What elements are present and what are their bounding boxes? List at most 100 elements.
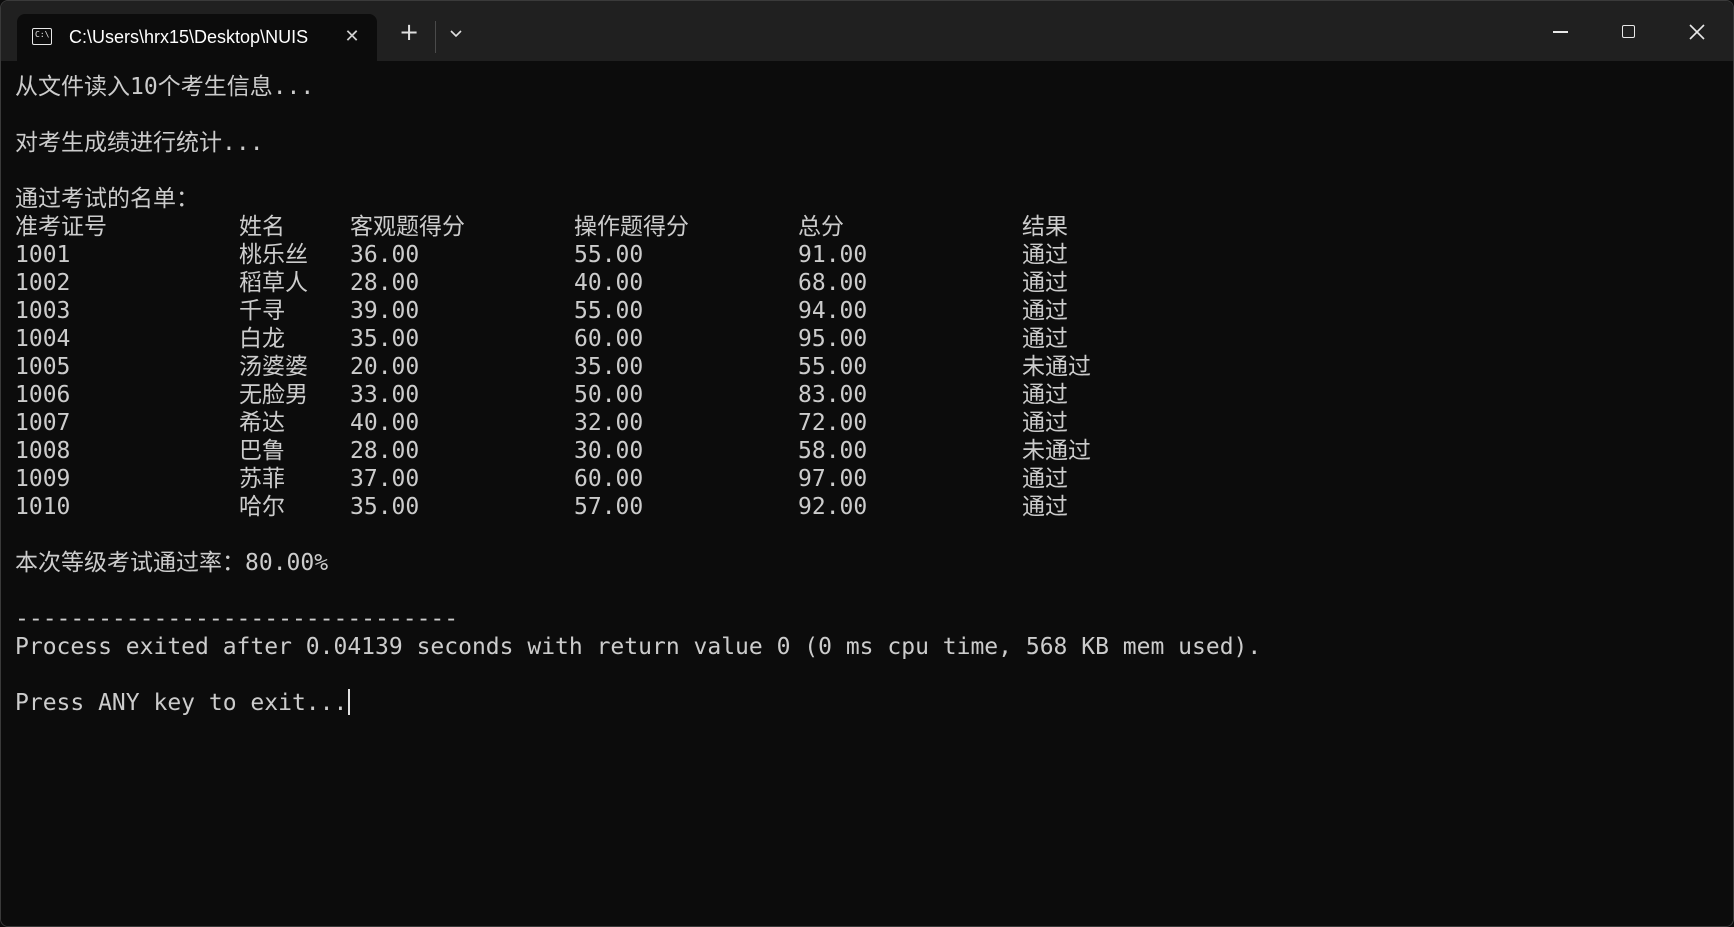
- header-total: 总分: [798, 214, 844, 240]
- cell-name: 千寻: [239, 298, 285, 324]
- minimize-icon: [1553, 31, 1568, 33]
- console-line-press-key: Press ANY key to exit...: [15, 689, 351, 717]
- cell-ticket-no: 1008: [15, 438, 71, 464]
- cell-result: 通过: [1022, 410, 1068, 436]
- cell-result: 通过: [1022, 326, 1068, 352]
- cell-ticket-no: 1007: [15, 410, 71, 436]
- table-row: 1004 白龙 35.00 60.00 95.00 通过: [15, 325, 1215, 353]
- cell-objective: 28.00: [350, 270, 420, 296]
- terminal-icon: C:\: [32, 28, 52, 45]
- tab-title: C:\Users\hrx15\Desktop\NUIS: [69, 27, 309, 47]
- cell-ticket-no: 1006: [15, 382, 71, 408]
- terminal-window: C:\ C:\Users\hrx15\Desktop\NUIS ✕ + 从文件读…: [0, 0, 1734, 927]
- cell-objective: 36.00: [350, 242, 420, 268]
- cell-objective: 35.00: [350, 494, 420, 520]
- cell-name: 桃乐丝: [239, 242, 308, 268]
- text-cursor: [348, 689, 351, 715]
- cell-total: 58.00: [798, 438, 868, 464]
- tab-console[interactable]: C:\ C:\Users\hrx15\Desktop\NUIS ✕: [17, 14, 377, 61]
- chevron-down-icon[interactable]: [441, 19, 471, 49]
- cell-practical: 32.00: [574, 410, 644, 436]
- cell-ticket-no: 1005: [15, 354, 71, 380]
- cell-objective: 37.00: [350, 466, 420, 492]
- console-line-pass-rate: 本次等级考试通过率：80.00%: [15, 550, 329, 576]
- cell-objective: 35.00: [350, 326, 420, 352]
- cell-practical: 35.00: [574, 354, 644, 380]
- cell-result: 通过: [1022, 242, 1068, 268]
- close-icon: [1689, 24, 1705, 40]
- cell-ticket-no: 1009: [15, 466, 71, 492]
- header-result: 结果: [1022, 214, 1068, 240]
- cell-total: 55.00: [798, 354, 868, 380]
- cell-total: 83.00: [798, 382, 868, 408]
- console-line-read: 从文件读入10个考生信息...: [15, 74, 315, 100]
- cell-result: 通过: [1022, 494, 1068, 520]
- cell-total: 91.00: [798, 242, 868, 268]
- cell-ticket-no: 1001: [15, 242, 71, 268]
- maximize-icon: [1622, 25, 1635, 38]
- table-header: 准考证号 姓名 客观题得分 操作题得分 总分 结果: [15, 213, 1215, 241]
- cell-name: 苏菲: [239, 466, 285, 492]
- title-bar[interactable]: C:\ C:\Users\hrx15\Desktop\NUIS ✕ +: [1, 1, 1733, 61]
- cell-result: 通过: [1022, 466, 1068, 492]
- cell-practical: 57.00: [574, 494, 644, 520]
- cell-total: 95.00: [798, 326, 868, 352]
- cell-name: 稻草人: [239, 270, 308, 296]
- header-practical-score: 操作题得分: [574, 214, 689, 240]
- cell-name: 哈尔: [239, 494, 285, 520]
- tab-separator: [435, 21, 436, 53]
- new-tab-button[interactable]: +: [394, 17, 424, 47]
- cell-ticket-no: 1002: [15, 270, 71, 296]
- cell-result: 通过: [1022, 270, 1068, 296]
- cell-name: 希达: [239, 410, 285, 436]
- cell-total: 68.00: [798, 270, 868, 296]
- close-button[interactable]: [1663, 1, 1731, 61]
- console-output[interactable]: 从文件读入10个考生信息... 对考生成绩进行统计... 通过考试的名单： 准考…: [1, 61, 1733, 926]
- cell-practical: 55.00: [574, 242, 644, 268]
- tab-close-icon[interactable]: ✕: [339, 24, 365, 50]
- cell-result: 未通过: [1022, 438, 1091, 464]
- cell-total: 92.00: [798, 494, 868, 520]
- cell-name: 无脸男: [239, 382, 308, 408]
- cell-practical: 60.00: [574, 326, 644, 352]
- table-row: 1007 希达 40.00 32.00 72.00 通过: [15, 409, 1215, 437]
- cell-total: 97.00: [798, 466, 868, 492]
- cell-objective: 40.00: [350, 410, 420, 436]
- console-line-stat: 对考生成绩进行统计...: [15, 130, 264, 156]
- console-line-process-exit: Process exited after 0.04139 seconds wit…: [15, 634, 1262, 660]
- cell-total: 72.00: [798, 410, 868, 436]
- cell-total: 94.00: [798, 298, 868, 324]
- cell-name: 汤婆婆: [239, 354, 308, 380]
- table-row: 1009 苏菲 37.00 60.00 97.00 通过: [15, 465, 1215, 493]
- cell-ticket-no: 1004: [15, 326, 71, 352]
- cell-objective: 20.00: [350, 354, 420, 380]
- cell-practical: 30.00: [574, 438, 644, 464]
- table-row: 1010 哈尔 35.00 57.00 92.00 通过: [15, 493, 1215, 521]
- cell-practical: 55.00: [574, 298, 644, 324]
- console-line-pass-list: 通过考试的名单：: [15, 186, 199, 212]
- table-row: 1003 千寻 39.00 55.00 94.00 通过: [15, 297, 1215, 325]
- cell-objective: 33.00: [350, 382, 420, 408]
- header-ticket-no: 准考证号: [15, 214, 107, 240]
- console-separator: --------------------------------: [15, 606, 459, 632]
- header-name: 姓名: [239, 214, 285, 240]
- cell-result: 未通过: [1022, 354, 1091, 380]
- cell-name: 巴鲁: [239, 438, 285, 464]
- cell-objective: 39.00: [350, 298, 420, 324]
- table-row: 1006 无脸男 33.00 50.00 83.00 通过: [15, 381, 1215, 409]
- table-row: 1002 稻草人 28.00 40.00 68.00 通过: [15, 269, 1215, 297]
- cell-ticket-no: 1010: [15, 494, 71, 520]
- cell-result: 通过: [1022, 382, 1068, 408]
- maximize-button[interactable]: [1594, 1, 1662, 61]
- table-row: 1008 巴鲁 28.00 30.00 58.00 未通过: [15, 437, 1215, 465]
- cell-name: 白龙: [239, 326, 285, 352]
- header-objective-score: 客观题得分: [350, 214, 465, 240]
- cell-practical: 50.00: [574, 382, 644, 408]
- table-row: 1001 桃乐丝 36.00 55.00 91.00 通过: [15, 241, 1215, 269]
- table-row: 1005 汤婆婆 20.00 35.00 55.00 未通过: [15, 353, 1215, 381]
- minimize-button[interactable]: [1526, 1, 1594, 61]
- cell-practical: 40.00: [574, 270, 644, 296]
- press-key-text: Press ANY key to exit...: [15, 690, 348, 716]
- cell-ticket-no: 1003: [15, 298, 71, 324]
- cell-result: 通过: [1022, 298, 1068, 324]
